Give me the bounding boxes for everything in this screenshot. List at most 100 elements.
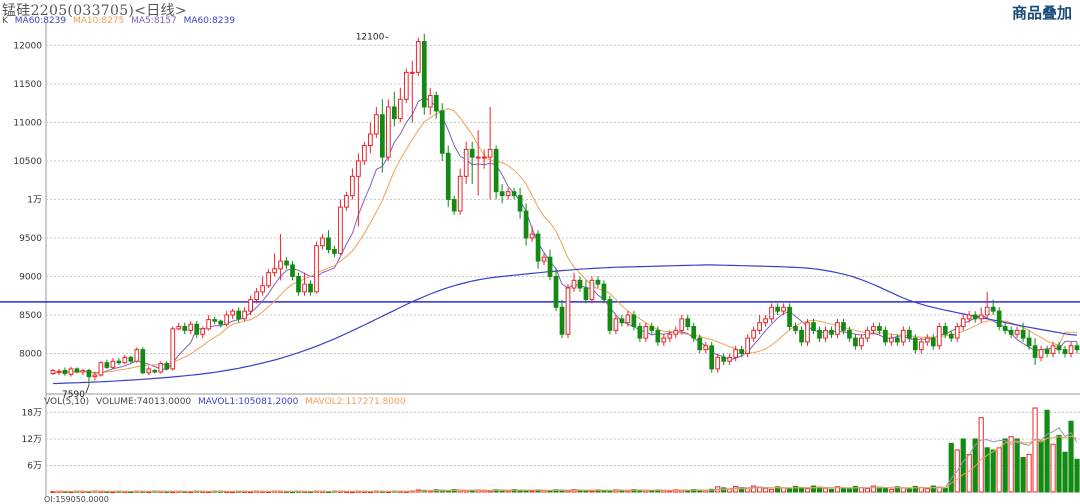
- candle-up: [1014, 329, 1020, 335]
- volume-bar-up: [978, 417, 984, 493]
- candle-down: [164, 363, 170, 370]
- candle-down: [517, 195, 523, 212]
- volume-bar-down: [739, 487, 745, 493]
- candle-up: [320, 237, 325, 247]
- volume-bar-up: [763, 487, 769, 493]
- candle-up: [565, 287, 571, 335]
- candle-down: [787, 306, 792, 328]
- candle-down: [775, 306, 780, 312]
- vol-tick-label: 6万: [27, 461, 42, 471]
- candle-down: [433, 94, 439, 112]
- candle-up: [254, 291, 259, 301]
- candle-up: [984, 306, 990, 316]
- candle-up: [463, 148, 469, 177]
- volume-bar-down: [685, 490, 691, 493]
- candle-up: [745, 337, 751, 354]
- candle-up: [409, 71, 415, 74]
- volume-bar-up: [924, 488, 930, 493]
- y-tick-label: 8500: [19, 311, 42, 321]
- volume-bar-down: [649, 490, 655, 493]
- candle-up: [350, 175, 355, 197]
- y-tick-label: 10500: [13, 157, 42, 167]
- volume-bar-up: [822, 487, 829, 493]
- volume-bar-down: [1002, 438, 1008, 493]
- volume-bar-up: [888, 488, 894, 493]
- candle-up: [673, 329, 679, 335]
- candle-up: [50, 369, 56, 375]
- candle-down: [883, 329, 888, 343]
- candle-up: [541, 256, 547, 262]
- candle-up: [56, 370, 62, 373]
- candle-up: [954, 326, 960, 339]
- candle-up: [960, 318, 966, 328]
- volume-bar-up: [1050, 443, 1056, 493]
- candle-down: [595, 279, 601, 285]
- candle-up: [487, 148, 493, 158]
- candle-up: [505, 191, 511, 197]
- candle-up: [1068, 345, 1074, 354]
- volume-bar-up: [505, 490, 511, 493]
- candle-up: [266, 272, 271, 287]
- ma-line-ma10: [52, 108, 1077, 374]
- candle-down: [379, 114, 385, 158]
- volume-bar-down: [469, 490, 475, 493]
- candle-down: [1002, 326, 1008, 331]
- candle-down: [523, 210, 529, 239]
- volume-bar-down: [906, 488, 912, 493]
- candle-up: [158, 363, 164, 373]
- y-tick-label: 12000: [13, 41, 42, 51]
- candle-up: [146, 368, 152, 374]
- candle-down: [853, 337, 858, 347]
- candle-down: [829, 329, 834, 335]
- candle-down: [691, 326, 697, 339]
- candle-up: [667, 333, 673, 339]
- candle-down: [811, 322, 816, 331]
- candle-up: [529, 233, 535, 239]
- candle-up: [206, 319, 212, 330]
- candle-down: [212, 319, 218, 322]
- candle-down: [607, 299, 613, 331]
- candle-up: [781, 306, 786, 312]
- candle-down: [990, 306, 996, 312]
- candle-up: [703, 345, 709, 351]
- candle-up: [362, 145, 367, 162]
- candle-down: [1020, 329, 1026, 339]
- volume-bar-down: [1074, 458, 1080, 493]
- candle-up: [170, 328, 176, 370]
- mavol1-line: [52, 427, 1078, 493]
- candle-down: [421, 41, 427, 108]
- candle-up: [763, 318, 768, 324]
- y-tick-label: 11500: [13, 80, 42, 90]
- candle-up: [751, 329, 756, 339]
- candle-down: [631, 314, 637, 328]
- volume-bar-up: [589, 490, 595, 493]
- volume-bar-down: [990, 449, 996, 493]
- volume-bar-up: [996, 447, 1002, 493]
- candle-down: [1032, 345, 1038, 358]
- candle-down: [469, 148, 475, 158]
- candle-down: [116, 360, 122, 364]
- y-tick-label: 8000: [19, 349, 42, 359]
- candle-down: [739, 349, 745, 354]
- volume-bar-up: [625, 490, 631, 493]
- candle-down: [1056, 345, 1062, 351]
- vol-tick-label: 18万: [22, 408, 42, 418]
- candle-up: [134, 349, 140, 362]
- candle-up: [889, 337, 894, 343]
- candle-down: [877, 326, 882, 331]
- candle-up: [200, 328, 206, 335]
- candle-up: [900, 329, 906, 343]
- candle-down: [62, 369, 68, 375]
- kline-chart[interactable]: 12000 11500 11000 10500 1万 9500 9000 8500 8000 12…: [0, 0, 1080, 503]
- candle-up: [936, 326, 942, 347]
- candle-up: [715, 356, 721, 370]
- candle-down: [182, 326, 188, 331]
- candle-up: [835, 322, 840, 335]
- candle-up: [727, 356, 733, 362]
- volume-bar-down: [960, 438, 966, 493]
- candle-down: [972, 314, 978, 320]
- candle-down: [152, 369, 158, 373]
- annotation-pointer: [85, 384, 90, 394]
- candle-down: [1062, 349, 1068, 354]
- candle-down: [332, 249, 337, 254]
